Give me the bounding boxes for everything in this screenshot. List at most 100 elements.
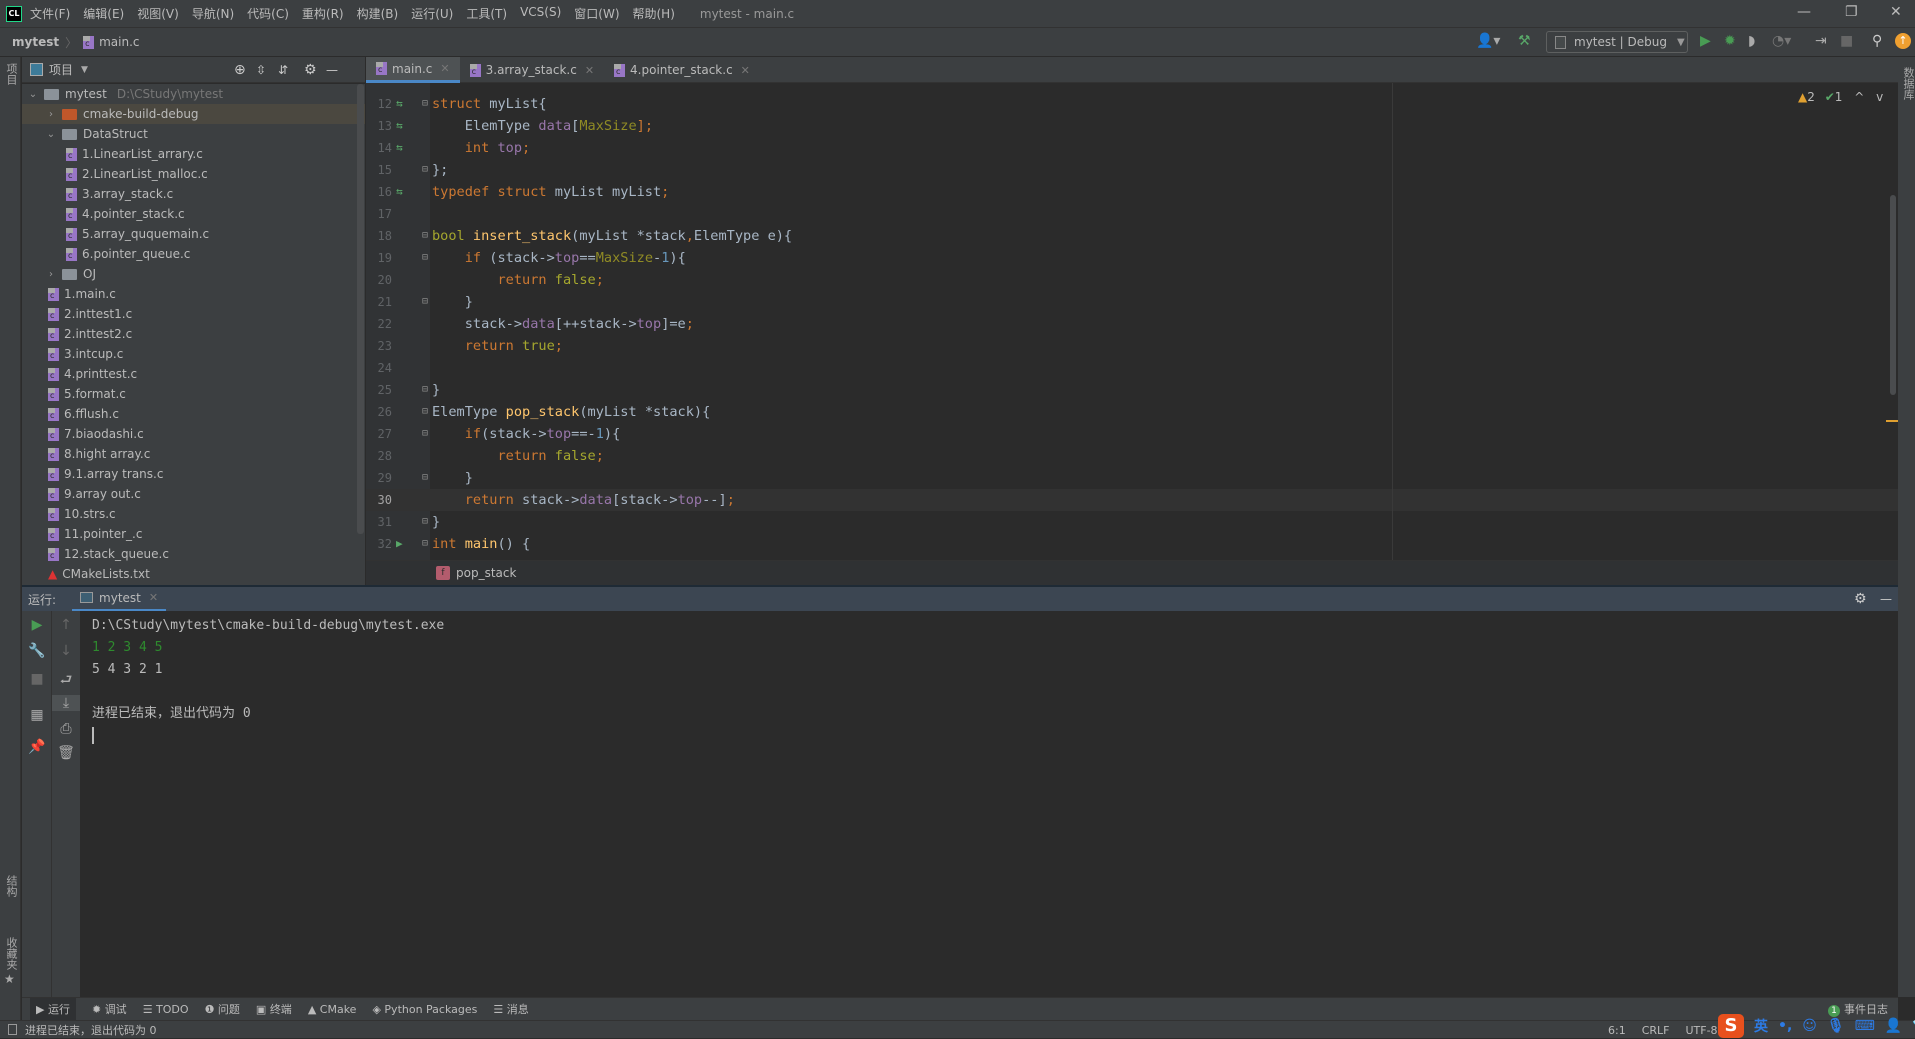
menu-item[interactable]: 文件(F)	[30, 5, 70, 22]
run-gutter-icon[interactable]: ▶	[396, 533, 403, 555]
code-line[interactable]: 18 ⊟ bool insert_stack(myList *stack,ElemT…	[366, 225, 1898, 247]
tool-window-button[interactable]: ✹ 调试	[92, 1001, 127, 1017]
file-encoding[interactable]: UTF-8	[1685, 1024, 1717, 1037]
tree-item[interactable]: › cmake-build-debug	[22, 104, 365, 124]
next-highlight-icon[interactable]: v	[1876, 90, 1883, 104]
menu-item[interactable]: 视图(V)	[137, 5, 179, 22]
search-icon[interactable]: ⚲	[1872, 33, 1882, 49]
breadcrumb-file[interactable]: main.c	[99, 35, 139, 49]
favorites-tool-tab[interactable]: 收藏夹	[3, 937, 19, 970]
wrench-icon[interactable]: 🔧	[22, 643, 52, 659]
code-line[interactable]: 25 ⊟}	[366, 379, 1898, 401]
locate-icon[interactable]: ⊕	[234, 62, 246, 78]
code-line[interactable]: 27 ⊟ if(stack->top==-1){	[366, 423, 1898, 445]
menu-item[interactable]: 工具(T)	[466, 5, 507, 22]
console-input-line[interactable]	[92, 725, 1898, 747]
code-line[interactable]: 15 ⊟};	[366, 159, 1898, 181]
tree-item[interactable]: 11.pointer_.c	[22, 524, 365, 544]
toggle-tool-windows-icon[interactable]	[8, 1024, 17, 1035]
tree-item[interactable]: 1.LinearList_arrary.c	[22, 144, 365, 164]
tree-item[interactable]: 9.array out.c	[22, 484, 365, 504]
run-icon[interactable]: ▶	[1700, 33, 1711, 49]
fold-icon[interactable]: ⊟	[422, 533, 428, 555]
chevron-right-icon[interactable]: ›	[44, 269, 58, 280]
menu-item[interactable]: 运行(U)	[411, 5, 453, 22]
caret-position[interactable]: 6:1	[1608, 1024, 1626, 1037]
tree-item[interactable]: ⌄ mytest D:\CStudy\mytest	[22, 84, 365, 104]
profile-icon[interactable]: ◔▾	[1772, 33, 1791, 49]
tree-item[interactable]: ⌄ DataStruct	[22, 124, 365, 144]
warning-stripe-marker[interactable]	[1886, 420, 1898, 422]
chevron-down-icon[interactable]: ⌄	[44, 129, 58, 140]
keyboard-icon[interactable]: ⌨	[1855, 1018, 1875, 1034]
tree-item[interactable]: 2.LinearList_malloc.c	[22, 164, 365, 184]
tree-item[interactable]: 10.strs.c	[22, 504, 365, 524]
trash-icon[interactable]: 🗑	[52, 745, 80, 761]
punctuation-icon[interactable]: •,	[1778, 1018, 1792, 1034]
tree-item[interactable]: ▲ CMakeLists.txt	[22, 564, 365, 584]
menu-item[interactable]: 帮助(H)	[633, 5, 675, 22]
gear-icon[interactable]: ⚙	[304, 62, 317, 78]
structure-tool-tab[interactable]: 结构	[3, 875, 19, 897]
code-line[interactable]: 14 ⇆ int top;	[366, 137, 1898, 159]
breadcrumb-function[interactable]: pop_stack	[456, 566, 516, 580]
menu-item[interactable]: 窗口(W)	[574, 5, 619, 22]
tree-item[interactable]: 12.stack_queue.c	[22, 544, 365, 564]
tree-item[interactable]: 5.array_ququemain.c	[22, 224, 365, 244]
code-line[interactable]: 12 ⇆ ⊟ struct myList{	[366, 93, 1898, 115]
inspection-widget[interactable]: ▲2 ✔1 ^ v	[1798, 90, 1883, 104]
tab-3-array-stack-c[interactable]: 3.array_stack.c ✕	[460, 57, 604, 83]
tree-item[interactable]: 4.printtest.c	[22, 364, 365, 384]
arrow-down-icon[interactable]: ↓	[52, 643, 80, 659]
tree-item[interactable]: 4.pointer_stack.c	[22, 204, 365, 224]
update-icon[interactable]: ↑	[1895, 33, 1911, 49]
chevron-right-icon[interactable]: ›	[44, 109, 58, 120]
tree-item[interactable]: 1.main.c	[22, 284, 365, 304]
vcs-change-icon[interactable]: ⇆	[396, 115, 403, 137]
minimize-button[interactable]: —	[1797, 4, 1811, 20]
tree-item[interactable]: 3.array_stack.c	[22, 184, 365, 204]
tree-item[interactable]: 2.inttest2.c	[22, 324, 365, 344]
code-line[interactable]: 30 return stack->data[stack->top--];	[366, 489, 1898, 511]
code-line[interactable]: 20 return false;	[366, 269, 1898, 291]
tree-item[interactable]: › OJ	[22, 264, 365, 284]
code-editor[interactable]: 12 ⇆ ⊟ struct myList{13 ⇆ ElemType data[MaxS…	[366, 83, 1898, 560]
code-line[interactable]: 32 ▶ ⊟ int main() {	[366, 533, 1898, 555]
code-line[interactable]: 22 stack->data[++stack->top]=e;	[366, 313, 1898, 335]
code-line[interactable]: 13 ⇆ ElemType data[MaxSize];	[366, 115, 1898, 137]
tree-item[interactable]: 8.hight array.c	[22, 444, 365, 464]
close-icon[interactable]: ✕	[585, 64, 594, 77]
emoji-icon[interactable]: ☺	[1802, 1018, 1817, 1034]
fold-icon[interactable]: ⊟	[422, 401, 428, 423]
menu-item[interactable]: 重构(R)	[302, 5, 344, 22]
code-line[interactable]: 31 ⊟}	[366, 511, 1898, 533]
code-line[interactable]: 23 return true;	[366, 335, 1898, 357]
fold-icon[interactable]: ⊟	[422, 291, 428, 313]
collapse-all-icon[interactable]: ⇵	[278, 63, 288, 77]
gear-icon[interactable]: ⚙	[1854, 591, 1867, 607]
stop-icon[interactable]: ■	[1840, 33, 1853, 49]
pin-icon[interactable]: 📌	[22, 739, 52, 755]
attach-icon[interactable]: ⇥	[1815, 33, 1827, 49]
close-button[interactable]: ✕	[1890, 4, 1902, 20]
close-icon[interactable]: ✕	[440, 62, 449, 75]
tree-item[interactable]: 5.format.c	[22, 384, 365, 404]
sogou-logo[interactable]: S	[1718, 1013, 1744, 1038]
database-tool-tab[interactable]: 数据库	[1900, 67, 1915, 100]
menu-item[interactable]: 编辑(E)	[83, 5, 124, 22]
previous-highlight-icon[interactable]: ^	[1854, 90, 1864, 104]
project-tree-scrollbar[interactable]	[357, 84, 364, 534]
coverage-icon[interactable]: ◗	[1748, 33, 1755, 49]
rerun-icon[interactable]: ▶	[22, 617, 52, 633]
run-tab-mytest[interactable]: mytest ✕	[72, 586, 167, 612]
tree-item[interactable]: 7.biaodashi.c	[22, 424, 365, 444]
line-separator[interactable]: CRLF	[1642, 1024, 1670, 1037]
arrow-up-icon[interactable]: ↑	[52, 617, 80, 633]
fold-icon[interactable]: ⊟	[422, 379, 428, 401]
fold-icon[interactable]: ⊟	[422, 247, 428, 269]
tool-window-button[interactable]: ▶ 运行	[30, 998, 76, 1020]
user-icon[interactable]: 👤▾	[1476, 33, 1500, 49]
scroll-to-end-icon[interactable]: ⤓	[52, 695, 80, 711]
tree-item[interactable]: 6.pointer_queue.c	[22, 244, 365, 264]
fold-icon[interactable]: ⊟	[422, 423, 428, 445]
